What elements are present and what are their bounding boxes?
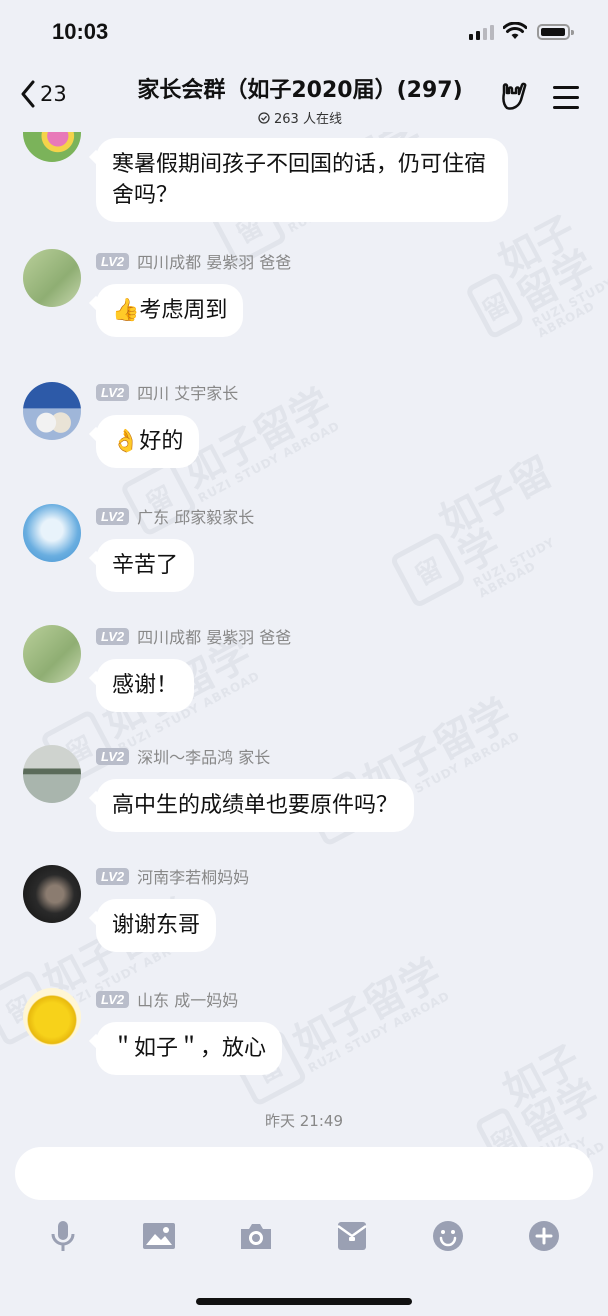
message-bubble[interactable]: 高中生的成绩单也要原件吗？ xyxy=(96,779,415,832)
microphone-icon[interactable] xyxy=(43,1216,83,1256)
input-toolbar xyxy=(0,1210,608,1260)
avatar[interactable] xyxy=(23,382,81,440)
ok-hand-icon: 👌 xyxy=(112,429,140,454)
avatar[interactable] xyxy=(23,504,81,562)
level-badge: LV2 xyxy=(96,383,130,401)
message-text: 好的 xyxy=(139,429,184,454)
sender-name: 广东 邱家毅家长 xyxy=(137,508,255,527)
message-bubble[interactable]: 谢谢东哥 xyxy=(96,899,217,952)
avatar[interactable] xyxy=(23,988,81,1046)
message-bubble[interactable]: 👍考虑周到 xyxy=(96,284,244,337)
sender-name: 四川成都 晏紫羽 爸爸 xyxy=(137,253,292,272)
sender-meta: LV2 河南李若桐妈妈 xyxy=(96,864,249,888)
online-status: 263 人在线 xyxy=(100,108,500,127)
online-count: 263 人在线 xyxy=(274,112,342,127)
message-timestamp: 昨天 21:49 xyxy=(265,1112,343,1130)
message-text: 考虑周到 xyxy=(139,298,228,323)
sender-name: 四川成都 晏紫羽 爸爸 xyxy=(137,628,292,647)
chat-header: 23 家长会群（如子2020届）(297) 263 人在线 xyxy=(0,62,608,132)
home-indicator[interactable] xyxy=(196,1298,412,1305)
sender-meta: LV2 深圳～李品鸿 家长 xyxy=(96,744,270,768)
battery-icon xyxy=(537,24,574,40)
level-badge: LV2 xyxy=(96,747,130,765)
level-badge: LV2 xyxy=(96,627,130,645)
message-bubble[interactable]: 寒暑假期间孩子不回国的话，仍可住宿舍吗？ xyxy=(96,138,508,222)
status-time: 10:03 xyxy=(52,19,109,44)
message-list[interactable]: 寒暑假期间孩子不回国的话，仍可住宿舍吗？ LV2 四川成都 晏紫羽 爸爸 👍考虑… xyxy=(0,132,608,1137)
level-badge: LV2 xyxy=(96,507,130,525)
avatar[interactable] xyxy=(23,249,81,307)
sender-name: 深圳～李品鸿 家长 xyxy=(137,748,271,767)
sender-name: 山东 成一妈妈 xyxy=(137,991,239,1010)
message-text: 感谢！ xyxy=(112,673,179,698)
signal-icon xyxy=(469,25,494,40)
chevron-left-icon xyxy=(21,80,35,108)
level-badge: LV2 xyxy=(96,252,130,270)
sender-name: 四川 艾宇家长 xyxy=(137,384,239,403)
avatar[interactable] xyxy=(23,625,81,683)
unread-count: 23 xyxy=(40,82,67,106)
title-area[interactable]: 家长会群（如子2020届）(297) 263 人在线 xyxy=(100,72,500,127)
message-text: ＂如子＂，放心 xyxy=(112,1036,267,1061)
hand-gesture-icon[interactable] xyxy=(498,80,530,119)
message-text: 高中生的成绩单也要原件吗？ xyxy=(112,793,399,818)
avatar[interactable] xyxy=(23,132,81,162)
avatar[interactable] xyxy=(23,745,81,803)
online-icon xyxy=(258,111,270,124)
sender-meta: LV2 四川 艾宇家长 xyxy=(96,380,238,404)
message-bubble[interactable]: 辛苦了 xyxy=(96,539,195,592)
group-title: 家长会群（如子2020届）(297) xyxy=(137,78,463,103)
red-packet-icon[interactable] xyxy=(332,1216,372,1256)
menu-icon[interactable] xyxy=(553,86,579,116)
plus-icon[interactable] xyxy=(524,1216,564,1256)
message-bubble[interactable]: 感谢！ xyxy=(96,659,195,712)
message-bubble[interactable]: 👌好的 xyxy=(96,415,200,468)
sender-name: 河南李若桐妈妈 xyxy=(137,868,250,887)
back-button[interactable]: 23 xyxy=(20,80,67,108)
message-text: 谢谢东哥 xyxy=(112,913,201,938)
level-badge: LV2 xyxy=(96,867,130,885)
message-bubble[interactable]: ＂如子＂，放心 xyxy=(96,1022,283,1075)
avatar[interactable] xyxy=(23,865,81,923)
message-text: 寒暑假期间孩子不回国的话，仍可住宿舍吗？ xyxy=(112,152,487,208)
emoji-icon[interactable] xyxy=(428,1216,468,1256)
image-icon[interactable] xyxy=(139,1216,179,1256)
thumbs-up-icon: 👍 xyxy=(112,298,140,323)
sender-meta: LV2 四川成都 晏紫羽 爸爸 xyxy=(96,624,291,648)
status-bar: 10:03 xyxy=(0,0,608,62)
sender-meta: LV2 四川成都 晏紫羽 爸爸 xyxy=(96,249,291,273)
message-input[interactable] xyxy=(15,1147,593,1200)
level-badge: LV2 xyxy=(96,990,130,1008)
sender-meta: LV2 广东 邱家毅家长 xyxy=(96,504,254,528)
sender-meta: LV2 山东 成一妈妈 xyxy=(96,987,238,1011)
message-text: 辛苦了 xyxy=(112,553,179,578)
wifi-icon xyxy=(503,22,527,39)
camera-icon[interactable] xyxy=(236,1216,276,1256)
